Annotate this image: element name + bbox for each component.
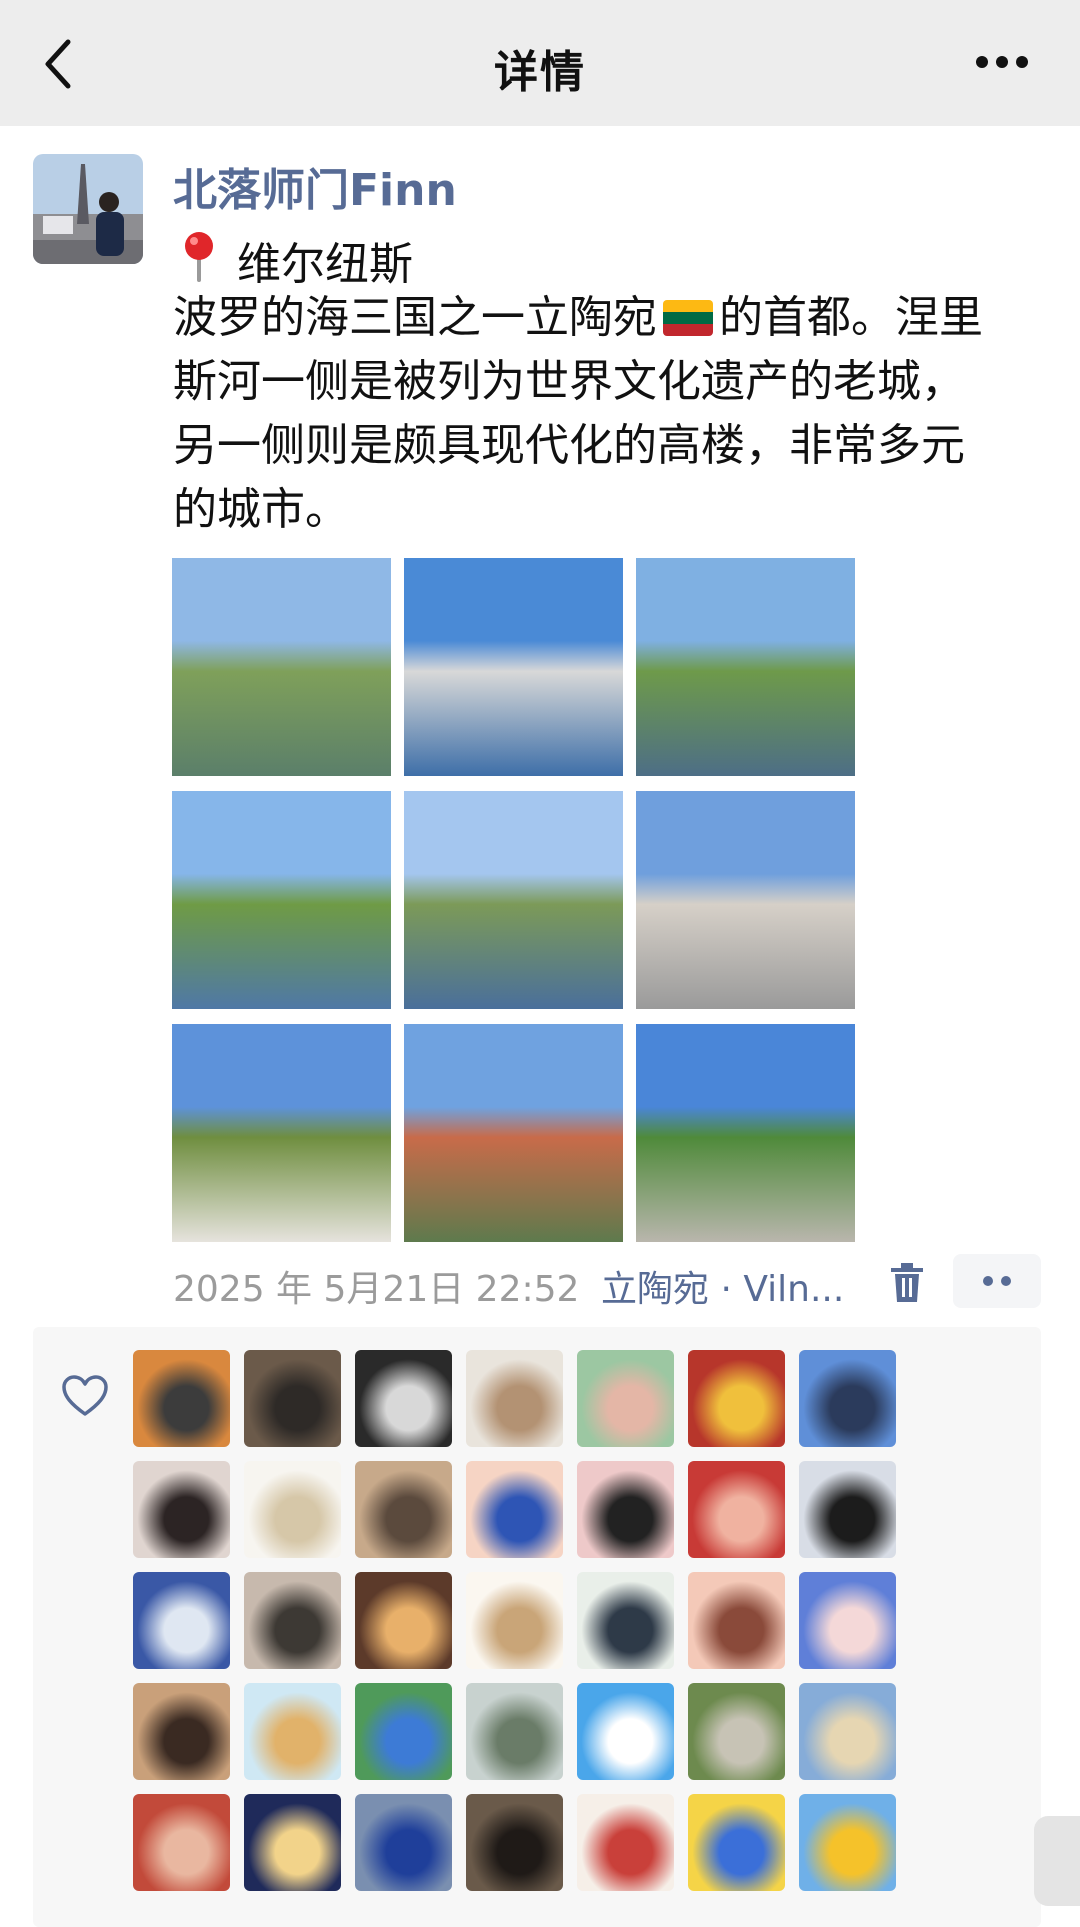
- liker-avatar[interactable]: [799, 1461, 896, 1558]
- photo-castle-hill[interactable]: [172, 1024, 391, 1242]
- photo-river-old-town[interactable]: [636, 558, 855, 776]
- liker-avatar[interactable]: [799, 1683, 896, 1780]
- liker-avatar[interactable]: [355, 1572, 452, 1669]
- liker-avatar[interactable]: [577, 1572, 674, 1669]
- liker-avatar[interactable]: [466, 1794, 563, 1891]
- map-pin-icon: [185, 232, 213, 282]
- caption-line: 另一侧则是颇具现代化的高楼，非常多元: [173, 420, 965, 471]
- post-timestamp: 2025 年 5月21日 22:52: [173, 1269, 580, 1310]
- trash-icon[interactable]: [889, 1262, 925, 1304]
- liker-avatar[interactable]: [133, 1350, 230, 1447]
- caption-line: 的城市。: [173, 484, 349, 535]
- liker-avatar[interactable]: [799, 1794, 896, 1891]
- liker-avatar[interactable]: [688, 1572, 785, 1669]
- photo-river-embankment[interactable]: [172, 558, 391, 776]
- comment-like-button[interactable]: [953, 1254, 1041, 1308]
- photo-monument-building[interactable]: [636, 791, 855, 1009]
- liker-avatar[interactable]: [133, 1461, 230, 1558]
- liker-avatar[interactable]: [244, 1461, 341, 1558]
- liker-avatar[interactable]: [244, 1572, 341, 1669]
- liker-avatar[interactable]: [688, 1794, 785, 1891]
- caption-line: 波罗的海三国之一立陶宛 的首都。涅里: [173, 292, 983, 343]
- photo-city-panorama[interactable]: [404, 1024, 623, 1242]
- liker-avatar[interactable]: [688, 1683, 785, 1780]
- liker-avatar[interactable]: [688, 1350, 785, 1447]
- lithuania-flag-icon: [663, 300, 713, 336]
- photo-river-bend[interactable]: [172, 791, 391, 1009]
- liker-avatar[interactable]: [466, 1572, 563, 1669]
- liker-avatar[interactable]: [133, 1572, 230, 1669]
- photo-river-reflection[interactable]: [404, 791, 623, 1009]
- liker-avatar[interactable]: [577, 1683, 674, 1780]
- page-title: 详情: [494, 47, 586, 98]
- nav-bar: 详情: [0, 0, 1080, 126]
- photo-stone-sculptures[interactable]: [636, 1024, 855, 1242]
- scroll-handle[interactable]: [1034, 1816, 1080, 1906]
- location-name: 维尔纽斯: [237, 239, 413, 290]
- liker-avatar[interactable]: [355, 1683, 452, 1780]
- liker-avatar[interactable]: [577, 1461, 674, 1558]
- liker-avatar[interactable]: [466, 1350, 563, 1447]
- liker-avatar[interactable]: [688, 1461, 785, 1558]
- author-avatar[interactable]: [33, 154, 143, 264]
- liker-avatar[interactable]: [244, 1683, 341, 1780]
- liker-avatar[interactable]: [244, 1350, 341, 1447]
- post-meta: 2025 年 5月21日 22:52 立陶宛 · Viln...: [173, 1254, 1043, 1310]
- liker-avatar[interactable]: [355, 1350, 452, 1447]
- liker-avatar[interactable]: [355, 1461, 452, 1558]
- liker-avatar[interactable]: [799, 1572, 896, 1669]
- liker-avatar[interactable]: [577, 1350, 674, 1447]
- liker-avatar[interactable]: [244, 1794, 341, 1891]
- heart-icon: [62, 1375, 108, 1416]
- location-link[interactable]: 立陶宛 · Viln...: [601, 1260, 844, 1312]
- author-name[interactable]: 北落师门Finn: [173, 154, 457, 218]
- liker-avatar[interactable]: [133, 1683, 230, 1780]
- liker-avatar[interactable]: [466, 1461, 563, 1558]
- liker-avatar[interactable]: [355, 1794, 452, 1891]
- liker-avatar[interactable]: [466, 1683, 563, 1780]
- likes-panel: [33, 1327, 1041, 1927]
- liker-avatar[interactable]: [133, 1794, 230, 1891]
- post-caption: 波罗的海三国之一立陶宛 的首都。涅里 斯河一侧是被列为世界文化遗产的老城， 另一侧…: [173, 286, 1053, 542]
- more-options-icon[interactable]: [976, 56, 1028, 70]
- liker-avatar[interactable]: [577, 1794, 674, 1891]
- liker-avatar[interactable]: [799, 1350, 896, 1447]
- photo-city-skyscrapers[interactable]: [404, 558, 623, 776]
- caption-line: 斯河一侧是被列为世界文化遗产的老城，: [173, 356, 965, 407]
- photo-grid: [172, 558, 856, 1242]
